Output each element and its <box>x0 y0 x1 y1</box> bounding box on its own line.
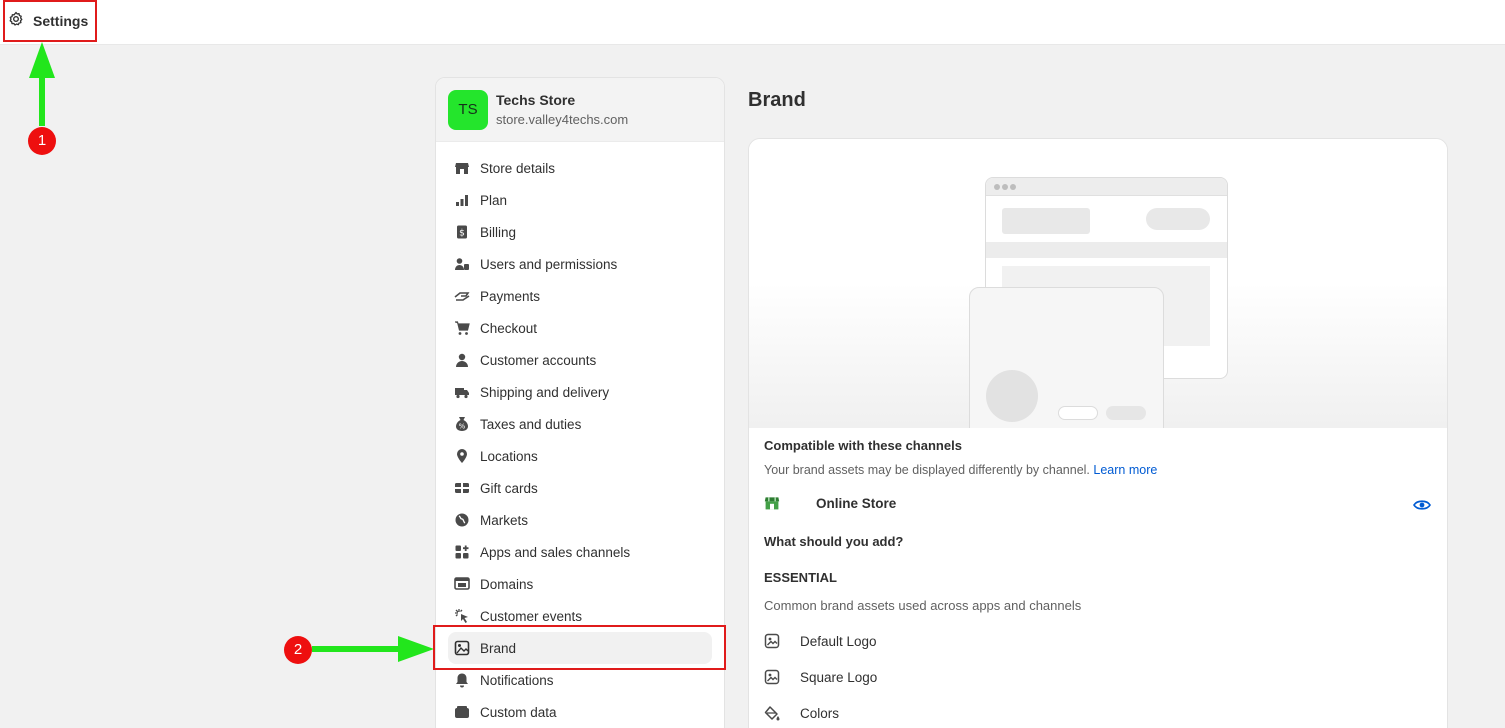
sidebar-item-label: Payments <box>480 288 541 304</box>
annotation-badge-1: 1 <box>28 127 56 155</box>
channel-name: Online Store <box>816 495 897 511</box>
image-icon <box>764 633 800 649</box>
sidebar-item-taxes[interactable]: % Taxes and duties <box>448 408 712 440</box>
sidebar-item-store-details[interactable]: Store details <box>448 152 712 184</box>
sidebar-item-users[interactable]: Users and permissions <box>448 248 712 280</box>
sidebar-item-payments[interactable]: Payments <box>448 280 712 312</box>
payments-icon <box>454 288 470 304</box>
store-avatar: TS <box>448 89 488 130</box>
sidebar-item-label: Plan <box>480 192 508 208</box>
paint-bucket-icon <box>764 705 800 721</box>
sidebar-item-label: Markets <box>480 512 529 528</box>
sidebar-item-label: Notifications <box>480 672 554 688</box>
sidebar-item-label: Apps and sales channels <box>480 544 631 560</box>
sidebar-item-label: Checkout <box>480 320 538 336</box>
brand-illustration <box>749 139 1447 428</box>
sidebar-item-domains[interactable]: Domains <box>448 568 712 600</box>
custom-data-icon <box>454 704 470 720</box>
online-store-icon <box>764 495 800 511</box>
channel-online-store: Online Store <box>764 495 896 511</box>
asset-label: Default Logo <box>800 633 877 649</box>
asset-colors[interactable]: Colors <box>764 705 839 721</box>
tax-icon: % <box>454 416 470 432</box>
eye-icon[interactable] <box>1413 497 1431 518</box>
sidebar-item-custom-data[interactable]: Custom data <box>448 696 712 728</box>
essential-description: Common brand assets used across apps and… <box>764 598 1082 613</box>
sidebar-item-label: Domains <box>480 576 534 592</box>
asset-label: Square Logo <box>800 669 878 685</box>
truck-icon <box>454 384 470 400</box>
asset-label: Colors <box>800 705 840 721</box>
sidebar-item-checkout[interactable]: Checkout <box>448 312 712 344</box>
sidebar-item-label: Custom data <box>480 704 557 720</box>
sidebar-item-label: Users and permissions <box>480 256 618 272</box>
brand-card: Compatible with these channels Your bran… <box>748 138 1448 728</box>
sidebar-item-customer-accounts[interactable]: Customer accounts <box>448 344 712 376</box>
phone-mockup <box>969 287 1164 428</box>
asset-default-logo[interactable]: Default Logo <box>764 633 877 649</box>
store-url: store.valley4techs.com <box>496 112 629 127</box>
sidebar-item-label: Gift cards <box>480 480 538 496</box>
image-icon <box>764 669 800 685</box>
plan-icon <box>454 192 470 208</box>
domains-icon <box>454 576 470 592</box>
sidebar-item-plan[interactable]: Plan <box>448 184 712 216</box>
globe-icon <box>454 512 470 528</box>
store-icon <box>454 160 470 176</box>
learn-more-link[interactable]: Learn more <box>1093 463 1157 477</box>
users-icon <box>454 256 470 272</box>
top-bar: Settings <box>0 0 1505 45</box>
sidebar-item-shipping[interactable]: Shipping and delivery <box>448 376 712 408</box>
essential-heading: ESSENTIAL <box>764 570 837 585</box>
sidebar-item-billing[interactable]: $ Billing <box>448 216 712 248</box>
annotation-box-brand <box>433 625 726 670</box>
sidebar-item-locations[interactable]: Locations <box>448 440 712 472</box>
sidebar-item-markets[interactable]: Markets <box>448 504 712 536</box>
person-icon <box>454 352 470 368</box>
sidebar-item-label: Locations <box>480 448 538 464</box>
annotation-box-settings <box>3 0 97 42</box>
store-header[interactable]: TS Techs Store store.valley4techs.com <box>436 78 724 142</box>
cart-icon <box>454 320 470 336</box>
annotation-badge-2: 2 <box>284 636 312 664</box>
store-name: Techs Store <box>496 92 576 108</box>
bell-icon <box>454 672 470 688</box>
sidebar-item-label: Shipping and delivery <box>480 384 610 400</box>
page-title: Brand <box>748 89 806 111</box>
sidebar-item-label: Customer accounts <box>480 352 597 368</box>
compatible-text: Your brand assets may be displayed diffe… <box>764 463 1090 477</box>
compatible-heading: Compatible with these channels <box>764 438 962 453</box>
svg-text:$: $ <box>459 229 465 239</box>
gift-card-icon <box>454 480 470 496</box>
sidebar-item-label: Store details <box>480 160 556 176</box>
location-pin-icon <box>454 448 470 464</box>
sidebar-item-label: Customer events <box>480 608 583 624</box>
sidebar-item-label: Billing <box>480 224 517 240</box>
annotation-arrow-right <box>312 634 434 664</box>
compatible-description: Your brand assets may be displayed diffe… <box>764 463 1157 477</box>
asset-square-logo[interactable]: Square Logo <box>764 669 877 685</box>
billing-icon: $ <box>454 224 470 240</box>
sidebar-item-gift-cards[interactable]: Gift cards <box>448 472 712 504</box>
cursor-icon <box>454 608 470 624</box>
apps-icon <box>454 544 470 560</box>
sidebar-item-label: Taxes and duties <box>480 416 582 432</box>
sidebar-item-apps[interactable]: Apps and sales channels <box>448 536 712 568</box>
what-to-add-heading: What should you add? <box>764 534 904 549</box>
annotation-arrow-up <box>27 42 57 132</box>
svg-text:%: % <box>459 423 466 431</box>
